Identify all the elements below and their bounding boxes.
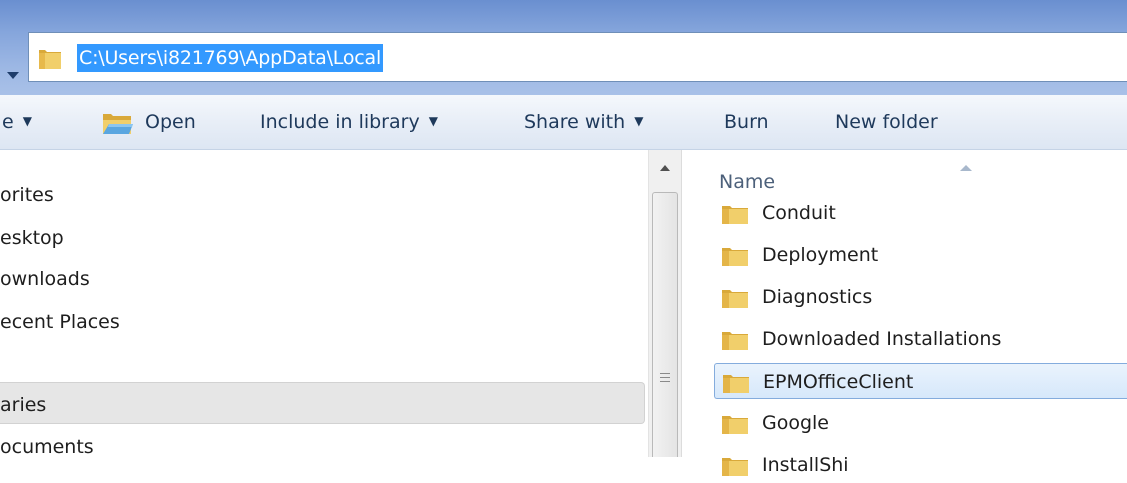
file-list-item[interactable]: Diagnostics	[714, 279, 1127, 315]
folder-icon	[39, 50, 61, 69]
file-list-item[interactable]: Google	[714, 405, 1127, 441]
include-in-library-button[interactable]: Include in library ▼	[260, 107, 438, 137]
file-list-item[interactable]: EPMOfficeClient	[714, 363, 1127, 399]
nav-item-documents[interactable]: ocuments	[0, 434, 94, 460]
dropdown-arrow-icon: ▼	[428, 113, 438, 128]
nav-pane-scrollbar[interactable]	[648, 150, 682, 457]
command-bar: e ▼ Open Include in library ▼ Share with ▼ …	[0, 95, 1127, 150]
organize-button-label: e	[2, 111, 14, 133]
burn-button-label: Burn	[724, 111, 769, 133]
address-bar[interactable]: C:\Users\i821769\AppData\Local	[28, 32, 1127, 82]
nav-item-favorites[interactable]: orites	[0, 182, 54, 208]
share-with-label: Share with	[524, 111, 626, 133]
include-in-library-label: Include in library	[260, 111, 420, 133]
new-folder-button-label: New folder	[835, 111, 938, 133]
navigation-pane: orites esktop ownloads ecent Places arie…	[0, 150, 648, 460]
open-folder-icon	[103, 114, 133, 134]
folder-icon	[722, 332, 748, 350]
address-path-text[interactable]: C:\Users\i821769\AppData\Local	[77, 44, 384, 72]
nav-item-desktop[interactable]: esktop	[0, 225, 64, 251]
sort-ascending-icon	[960, 165, 972, 171]
recent-locations-chevron-icon[interactable]	[6, 68, 20, 82]
folder-icon	[722, 248, 748, 266]
file-list-item[interactable]: InstallShi	[714, 447, 1127, 483]
nav-item-downloads[interactable]: ownloads	[0, 266, 90, 292]
column-header-name[interactable]: Name	[719, 171, 775, 193]
share-with-button[interactable]: Share with ▼	[524, 107, 643, 137]
scroll-up-arrow-icon[interactable]	[651, 156, 679, 180]
dropdown-arrow-icon: ▼	[634, 113, 644, 128]
grip-line	[660, 381, 670, 382]
nav-item-recent-places[interactable]: ecent Places	[0, 309, 120, 335]
nav-item-libraries-highlight[interactable]	[0, 382, 645, 424]
open-button-label: Open	[145, 111, 196, 133]
dropdown-arrow-icon: ▼	[22, 113, 32, 128]
window-title-bar: C:\Users\i821769\AppData\Local	[0, 0, 1127, 95]
grip-line	[660, 373, 670, 374]
file-name: InstallShi	[762, 454, 849, 476]
organize-button[interactable]: e ▼	[2, 107, 32, 137]
nav-item-libraries[interactable]: aries	[0, 392, 46, 418]
file-name: Downloaded Installations	[762, 328, 1002, 350]
grip-line	[660, 377, 670, 378]
file-list-item[interactable]: Deployment	[714, 237, 1127, 273]
folder-icon	[722, 206, 748, 224]
file-list-item[interactable]: Conduit	[714, 195, 1127, 231]
folder-icon	[722, 458, 748, 476]
file-name: Diagnostics	[762, 286, 873, 308]
folder-icon	[723, 375, 749, 393]
file-name: Deployment	[762, 244, 879, 266]
new-folder-button[interactable]: New folder	[835, 107, 938, 137]
file-name: EPMOfficeClient	[763, 371, 914, 393]
burn-button[interactable]: Burn	[724, 107, 769, 137]
file-name: Conduit	[762, 202, 836, 224]
file-name: Google	[762, 412, 830, 434]
folder-icon	[722, 290, 748, 308]
file-list-pane: Name Conduit Deployment Diagnostics Downloa…	[682, 150, 1127, 476]
open-button[interactable]: Open	[145, 107, 196, 137]
scrollbar-thumb[interactable]	[652, 192, 678, 457]
folder-icon	[722, 416, 748, 434]
file-list-item[interactable]: Downloaded Installations	[714, 321, 1127, 357]
